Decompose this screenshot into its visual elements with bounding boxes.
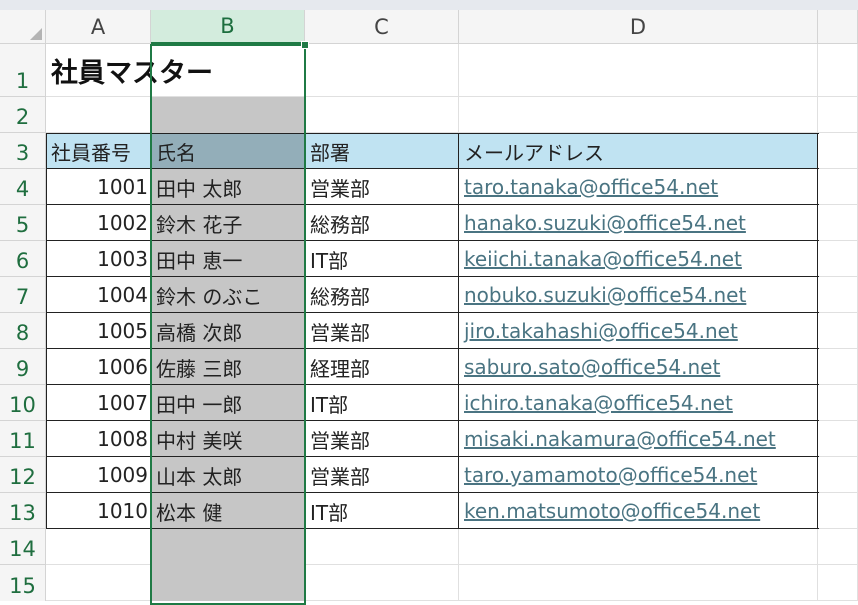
cell-name[interactable]: 田中 一郎 bbox=[151, 385, 305, 421]
cell-employee-id[interactable]: 1004 bbox=[46, 277, 151, 313]
table-border-h bbox=[46, 492, 819, 493]
cell-name[interactable]: 中村 美咲 bbox=[151, 421, 305, 457]
row-header-15[interactable]: 15 bbox=[0, 565, 46, 601]
table-border-h bbox=[46, 168, 819, 169]
cell-email-link[interactable]: misaki.nakamura@office54.net bbox=[459, 421, 818, 457]
cell-employee-id[interactable]: 1001 bbox=[46, 169, 151, 205]
column-header-a[interactable]: A bbox=[46, 10, 151, 44]
header-name[interactable]: 氏名 bbox=[151, 133, 305, 169]
cell-email-link[interactable]: keiichi.tanaka@office54.net bbox=[459, 241, 818, 277]
table-border-v bbox=[46, 133, 47, 529]
cell-name[interactable]: 佐藤 三郎 bbox=[151, 349, 305, 385]
cell-email-link[interactable]: nobuko.suzuki@office54.net bbox=[459, 277, 818, 313]
table-border-h bbox=[46, 456, 819, 457]
cell-department[interactable]: 総務部 bbox=[305, 277, 459, 313]
table-border-v bbox=[304, 133, 305, 529]
cell-department[interactable]: IT部 bbox=[305, 385, 459, 421]
cell-email-link[interactable]: hanako.suzuki@office54.net bbox=[459, 205, 818, 241]
cell-email-link[interactable]: saburo.sato@office54.net bbox=[459, 349, 818, 385]
cell-employee-id[interactable]: 1010 bbox=[46, 493, 151, 529]
cell-name[interactable]: 田中 太郎 bbox=[151, 169, 305, 205]
row-header-11[interactable]: 11 bbox=[0, 421, 46, 457]
column-header-e[interactable] bbox=[818, 10, 858, 44]
table-border-h bbox=[46, 276, 819, 277]
cell-name[interactable]: 鈴木 花子 bbox=[151, 205, 305, 241]
row-header-8[interactable]: 8 bbox=[0, 313, 46, 349]
cell-department[interactable]: 経理部 bbox=[305, 349, 459, 385]
cell-department[interactable]: 総務部 bbox=[305, 205, 459, 241]
row-header-13[interactable]: 13 bbox=[0, 493, 46, 529]
row-header-7[interactable]: 7 bbox=[0, 277, 46, 313]
cell-name[interactable]: 山本 太郎 bbox=[151, 457, 305, 493]
select-all-corner[interactable] bbox=[0, 10, 46, 44]
row-header-2[interactable]: 2 bbox=[0, 97, 46, 133]
table-border-v bbox=[150, 133, 151, 529]
column-header-b[interactable]: B bbox=[151, 10, 305, 44]
table-border-v bbox=[817, 133, 818, 529]
cell-department[interactable]: 営業部 bbox=[305, 421, 459, 457]
cell-department[interactable]: IT部 bbox=[305, 241, 459, 277]
column-header-c[interactable]: C bbox=[305, 10, 459, 44]
cell-employee-id[interactable]: 1003 bbox=[46, 241, 151, 277]
cell-department[interactable]: 営業部 bbox=[305, 169, 459, 205]
cell-email-link[interactable]: ken.matsumoto@office54.net bbox=[459, 493, 818, 529]
table-border-h bbox=[46, 384, 819, 385]
cell-employee-id[interactable]: 1009 bbox=[46, 457, 151, 493]
row-header-3[interactable]: 3 bbox=[0, 133, 46, 169]
table-border-h bbox=[46, 240, 819, 241]
cell-email-link[interactable]: taro.yamamoto@office54.net bbox=[459, 457, 818, 493]
cell-employee-id[interactable]: 1007 bbox=[46, 385, 151, 421]
table-border-h bbox=[46, 348, 819, 349]
row-header-5[interactable]: 5 bbox=[0, 205, 46, 241]
cell-name[interactable]: 高橋 次郎 bbox=[151, 313, 305, 349]
header-department[interactable]: 部署 bbox=[305, 133, 459, 169]
table-border-v bbox=[458, 133, 459, 529]
row-header-9[interactable]: 9 bbox=[0, 349, 46, 385]
column-header-d[interactable]: D bbox=[459, 10, 818, 44]
cell-department[interactable]: IT部 bbox=[305, 493, 459, 529]
cell-email-link[interactable]: ichiro.tanaka@office54.net bbox=[459, 385, 818, 421]
fill-handle[interactable] bbox=[301, 41, 309, 49]
table-border-h bbox=[46, 420, 819, 421]
cell-name[interactable]: 松本 健 bbox=[151, 493, 305, 529]
row-header-1[interactable]: 1 bbox=[0, 44, 46, 97]
header-employee-id[interactable]: 社員番号 bbox=[46, 133, 151, 169]
cell-employee-id[interactable]: 1002 bbox=[46, 205, 151, 241]
cell-email-link[interactable]: jiro.takahashi@office54.net bbox=[459, 313, 818, 349]
cell-department[interactable]: 営業部 bbox=[305, 457, 459, 493]
table-border-h bbox=[46, 133, 819, 134]
cell-email-link[interactable]: taro.tanaka@office54.net bbox=[459, 169, 818, 205]
cell-employee-id[interactable]: 1005 bbox=[46, 313, 151, 349]
cell-department[interactable]: 営業部 bbox=[305, 313, 459, 349]
cell-employee-id[interactable]: 1006 bbox=[46, 349, 151, 385]
row-header-4[interactable]: 4 bbox=[0, 169, 46, 205]
row-header-12[interactable]: 12 bbox=[0, 457, 46, 493]
cell-name[interactable]: 田中 恵一 bbox=[151, 241, 305, 277]
cell-employee-id[interactable]: 1008 bbox=[46, 421, 151, 457]
ribbon-edge bbox=[0, 0, 858, 10]
header-email[interactable]: メールアドレス bbox=[459, 133, 818, 169]
table-border-h bbox=[46, 312, 819, 313]
table-border-h bbox=[46, 528, 819, 529]
sheet-title[interactable]: 社員マスター bbox=[46, 44, 213, 97]
row-header-10[interactable]: 10 bbox=[0, 385, 46, 421]
cell-name[interactable]: 鈴木 のぶこ bbox=[151, 277, 305, 313]
row-header-6[interactable]: 6 bbox=[0, 241, 46, 277]
row-header-14[interactable]: 14 bbox=[0, 529, 46, 565]
table-border-h bbox=[46, 204, 819, 205]
